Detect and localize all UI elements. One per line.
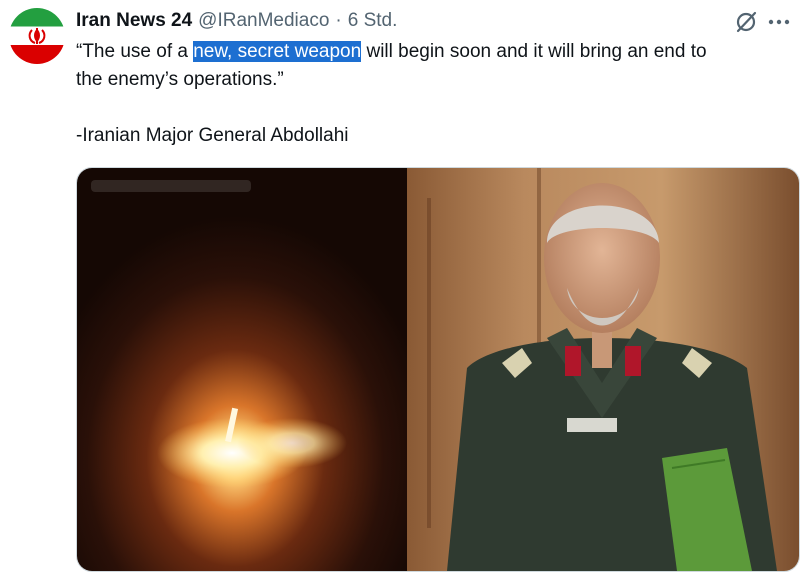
tweet-text: “The use of a new, secret weapon will be… [76, 38, 796, 150]
iran-emblem-icon [28, 28, 46, 44]
missile-launch-image[interactable] [77, 168, 407, 571]
user-handle[interactable]: @IRanMediaco [198, 10, 329, 32]
timestamp[interactable]: 6 Std. [348, 10, 398, 32]
tweet-text-after: will begin soon and it will bring an end… [361, 41, 707, 62]
separator-dot: · [335, 10, 342, 31]
more-icon[interactable] [764, 10, 794, 34]
media-grid [76, 167, 800, 572]
highlighted-text: new, secret weapon [193, 41, 362, 62]
general-portrait-image[interactable] [407, 168, 799, 571]
tweet-text-line2: the enemy’s operations.” [76, 69, 284, 90]
display-name[interactable]: Iran News 24 [76, 10, 192, 32]
tweet-signature: -Iranian Major General Abdollahi [76, 125, 349, 146]
grok-icon[interactable] [734, 10, 758, 34]
tweet-header: Iran News 24 @IRanMediaco · 6 Std. [76, 8, 744, 34]
tweet-text-before: “The use of a [76, 41, 194, 62]
avatar[interactable] [9, 8, 65, 64]
